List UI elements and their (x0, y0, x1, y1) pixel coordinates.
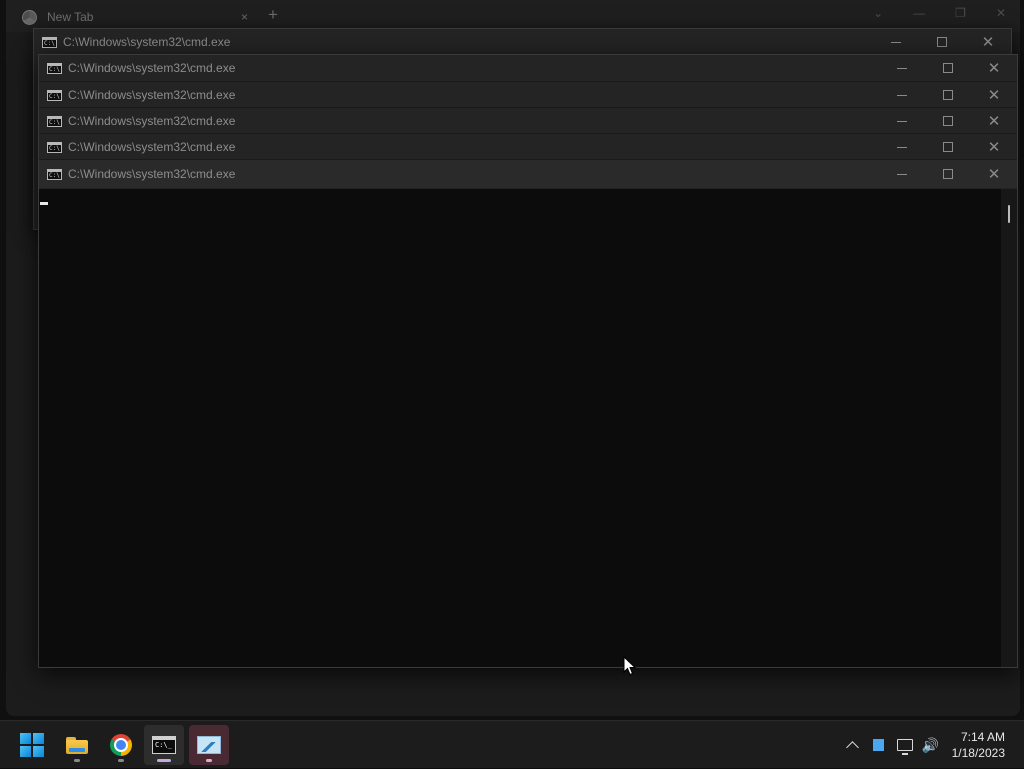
cmd-window-5-titlebar[interactable]: C:\Windows\system32\cmd.exe ✕ (39, 133, 1017, 160)
minimize-icon (897, 120, 907, 122)
minimize-icon (897, 173, 907, 175)
close-button[interactable]: ✕ (965, 29, 1011, 55)
tray-app-button[interactable] (867, 733, 891, 757)
maximize-button[interactable] (925, 108, 971, 134)
cmd-window-4-title: C:\Windows\system32\cmd.exe (68, 114, 236, 128)
taskbar-chrome[interactable] (101, 725, 141, 765)
cmd-window-2-titlebar[interactable]: C:\Windows\system32\cmd.exe ✕ (39, 55, 1017, 81)
text-cursor (40, 202, 48, 205)
minimize-button[interactable] (879, 134, 925, 160)
cmd-window-main[interactable]: C:\Windows\system32\cmd.exe ✕ C:\Windows… (38, 54, 1018, 668)
close-icon: ✕ (987, 139, 1001, 156)
cmd-app-icon (47, 115, 62, 127)
taskbar-command-prompt[interactable] (144, 725, 184, 765)
running-indicator (74, 759, 80, 762)
maximize-button[interactable] (925, 160, 971, 188)
close-icon: ✕ (987, 166, 1001, 183)
cmd-window-2-title: C:\Windows\system32\cmd.exe (68, 61, 236, 75)
minimize-button[interactable] (879, 55, 925, 81)
maximize-icon (937, 37, 947, 47)
chevron-up-icon (846, 740, 859, 754)
maximize-button[interactable] (925, 82, 971, 108)
volume-icon: 🔊 (921, 736, 940, 753)
maximize-icon (943, 169, 953, 179)
close-button[interactable]: ✕ (971, 55, 1017, 81)
close-button[interactable]: ✕ (971, 108, 1017, 134)
maximize-button[interactable] (925, 55, 971, 81)
minimize-button[interactable] (879, 108, 925, 134)
network-icon (896, 739, 913, 755)
close-icon: ✕ (987, 113, 1001, 130)
close-button[interactable]: ✕ (971, 82, 1017, 108)
minimize-icon (897, 67, 907, 69)
command-prompt-icon (152, 736, 176, 754)
minimize-button[interactable] (879, 160, 925, 188)
minimize-button[interactable] (873, 29, 919, 55)
running-indicator (118, 759, 124, 762)
maximize-button[interactable] (919, 29, 965, 55)
maximize-icon (943, 116, 953, 126)
chrome-minimize-icon[interactable]: — (913, 6, 925, 20)
chrome-maximize-icon[interactable]: ❐ (955, 6, 966, 20)
minimize-icon (891, 41, 901, 43)
taskbar: 🔊 7:14 AM 1/18/2023 (0, 720, 1024, 768)
chrome-tab-favicon-icon (22, 9, 37, 25)
cmd-app-icon (47, 62, 62, 74)
cmd-window-1-titlebar[interactable]: C:\Windows\system32\cmd.exe ✕ (34, 29, 1011, 55)
chrome-window-controls: ⌄ — ❐ ✕ (873, 6, 1006, 20)
clock[interactable]: 7:14 AM 1/18/2023 (952, 729, 1005, 761)
vertical-scrollbar[interactable] (1001, 189, 1017, 667)
cmd-app-icon (47, 141, 62, 153)
system-tray: 🔊 7:14 AM 1/18/2023 (840, 721, 1024, 769)
running-indicator (206, 759, 212, 762)
chrome-new-tab-button[interactable]: + (268, 6, 278, 24)
chrome-icon (110, 734, 132, 756)
cmd-window-1-title: C:\Windows\system32\cmd.exe (63, 35, 231, 49)
cmd-window-3-titlebar[interactable]: C:\Windows\system32\cmd.exe ✕ (39, 81, 1017, 108)
windows-start-icon (20, 733, 44, 757)
performance-monitor-icon (197, 736, 221, 754)
maximize-button[interactable] (925, 134, 971, 160)
taskbar-performance-monitor[interactable] (189, 725, 229, 765)
network-button[interactable] (893, 733, 917, 757)
close-button[interactable]: ✕ (971, 160, 1017, 188)
active-indicator (157, 759, 171, 762)
chrome-tab[interactable]: New Tab × (16, 4, 256, 30)
start-button[interactable] (12, 725, 52, 765)
cmd-app-icon (42, 36, 57, 48)
minimize-icon (897, 146, 907, 148)
chrome-tab-title: New Tab (47, 10, 94, 24)
close-button[interactable]: ✕ (971, 134, 1017, 160)
cmd-window-4-titlebar[interactable]: C:\Windows\system32\cmd.exe ✕ (39, 107, 1017, 134)
blue-app-icon (873, 739, 885, 751)
close-icon: ✕ (987, 60, 1001, 77)
taskbar-file-explorer[interactable] (57, 725, 97, 765)
cmd-window-6-title: C:\Windows\system32\cmd.exe (68, 167, 236, 181)
maximize-icon (943, 90, 953, 100)
cmd-app-icon (47, 89, 62, 101)
cmd-window-6-titlebar[interactable]: C:\Windows\system32\cmd.exe ✕ (39, 159, 1017, 188)
chrome-close-icon[interactable]: ✕ (996, 6, 1006, 20)
maximize-icon (943, 63, 953, 73)
close-icon: ✕ (981, 34, 995, 51)
chrome-menu-icon[interactable]: ⌄ (873, 6, 883, 20)
show-hidden-icons-button[interactable] (841, 733, 865, 757)
cmd-app-icon (47, 168, 62, 180)
cmd-window-5-title: C:\Windows\system32\cmd.exe (68, 140, 236, 154)
chrome-tab-close-icon[interactable]: × (241, 10, 248, 24)
minimize-icon (897, 94, 907, 96)
mouse-pointer-icon (623, 656, 637, 676)
minimize-button[interactable] (879, 82, 925, 108)
cmd-window-3-title: C:\Windows\system32\cmd.exe (68, 88, 236, 102)
file-explorer-icon (66, 736, 88, 754)
clock-date: 1/18/2023 (951, 746, 1005, 760)
scrollbar-thumb[interactable] (1008, 205, 1010, 223)
volume-button[interactable]: 🔊 (919, 733, 943, 757)
maximize-icon (943, 142, 953, 152)
clock-time: 7:14 AM (960, 730, 1005, 744)
console-output-area[interactable] (39, 189, 1001, 667)
close-icon: ✕ (987, 87, 1001, 104)
